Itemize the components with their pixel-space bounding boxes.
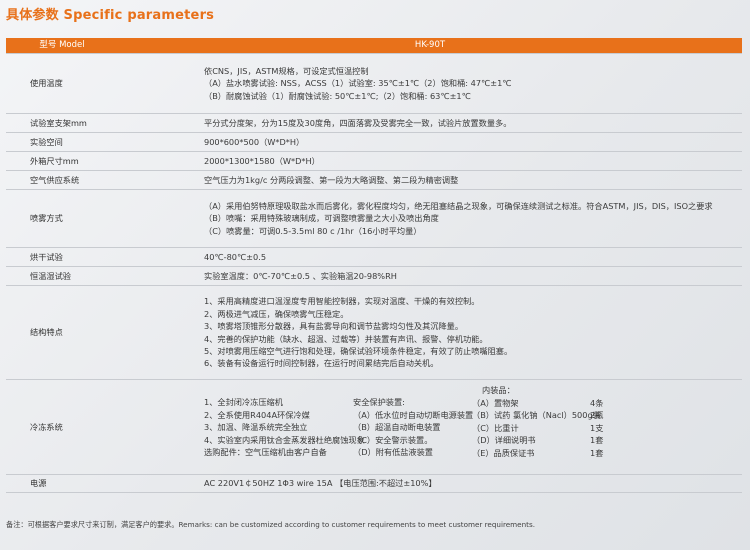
table-row: 恒温湿试验 实验室温度：0℃-70℃±0.5 、实验箱温20-98%RH [6,266,742,286]
row-label-rack: 试验室支架mm [30,117,87,128]
included-items-quantities: 4条 2瓶 1支 1套 1套 [590,397,604,458]
row-value-air-supply: 空气压力为1kg/c 分两段调整、第一段为大略调整、第二段为精密调整 [118,170,742,190]
spec-table: 型号 Model HK-90T 使用温度 依CNS，JIS，ASTM规格，可设定… [6,38,742,494]
row-label-air-supply: 空气供应系统 [30,174,80,185]
row-value-cooling: 1、全封闭冷冻压缩机 2、全系使用R404A环保冷媒 3、加温、降温系统完全独立… [118,379,742,475]
row-value-temperature: 依CNS，JIS，ASTM规格，可设定式恒温控制 （A）盐水喷雾试验: NSS，… [118,53,742,114]
header-model-value: HK-90T [118,38,742,54]
table-row: 烘干试验 40℃-80℃±0.5 [6,247,742,267]
row-label-temperature: 使用温度 [30,78,63,89]
row-label-structure: 结构特点 [30,327,63,338]
row-label-outer-size: 外箱尺寸mm [30,155,79,166]
row-label-cooling: 冷冻系统 [30,421,63,432]
table-row: 实验空间 900*600*500（W*D*H） [6,132,742,152]
table-row: 试验室支架mm 平分式分度架，分为15度及30度角，四面落雾及受雾完全一致，试验… [6,113,742,133]
row-value-structure: 1、采用高精度进口温湿度专用智能控制器，实现对温度、干燥的有效控制。 2、两极进… [118,285,742,380]
remarks-note: 备注：可根据客户要求尺寸来订制，满足客户的要求。Remarks: can be … [6,520,536,529]
row-label-dry-test: 烘干试验 [30,251,63,262]
row-label-constant-test: 恒温湿试验 [30,270,71,281]
row-value-rack: 平分式分度架，分为15度及30度角，四面落雾及受雾完全一致，试验片放置数量多。 [118,113,742,133]
table-row: 冷冻系统 1、全封闭冷冻压缩机 2、全系使用R404A环保冷媒 3、加温、降温系… [6,379,742,475]
table-row: 使用温度 依CNS，JIS，ASTM规格，可设定式恒温控制 （A）盐水喷雾试验:… [6,53,742,114]
table-row: 外箱尺寸mm 2000*1300*1580（W*D*H） [6,151,742,171]
row-label-space: 实验空间 [30,136,63,147]
row-value-dry-test: 40℃-80℃±0.5 [118,247,742,267]
table-row: 空气供应系统 空气压力为1kg/c 分两段调整、第一段为大略调整、第二段为精密调… [6,170,742,190]
row-label-spray: 喷雾方式 [30,213,63,224]
table-row: 电源 AC 220V1￠50HZ 1Φ3 wire 15A 【电压范围:不超过±… [6,474,742,493]
row-value-constant-test: 实验室温度：0℃-70℃±0.5 、实验箱温20-98%RH [118,266,742,286]
header-model-label: 型号 Model [6,38,118,54]
row-value-space: 900*600*500（W*D*H） [118,132,742,152]
page-title: 具体参数 Specific parameters [6,8,215,23]
row-value-spray: （A）采用伯努特原理吸取盐水而后雾化，雾化程度均匀，绝无阻塞结晶之现象，可确保连… [118,189,742,248]
row-label-power: 电源 [30,478,47,489]
row-value-outer-size: 2000*1300*1580（W*D*H） [118,151,742,171]
row-value-power: AC 220V1￠50HZ 1Φ3 wire 15A 【电压范围:不超过±10%… [118,474,742,493]
included-items-list: 内装品： （A）置物架 （B）试药 氯化钠（Nacl）500g装 （C）比重计 … [472,385,601,458]
table-header-row: 型号 Model HK-90T [6,38,742,54]
cooling-features-list: 1、全封闭冷冻压缩机 2、全系使用R404A环保冷媒 3、加温、降温系统完全独立… [204,397,365,458]
table-row: 结构特点 1、采用高精度进口温湿度专用智能控制器，实现对温度、干燥的有效控制。 … [6,285,742,380]
table-row: 喷雾方式 （A）采用伯努特原理吸取盐水而后雾化，雾化程度均匀，绝无阻塞结晶之现象… [6,189,742,248]
safety-devices-list: 安全保护装置: （A）低水位时自动切断电源装置 （B）超温自动断电装置 （C）安… [353,397,474,458]
